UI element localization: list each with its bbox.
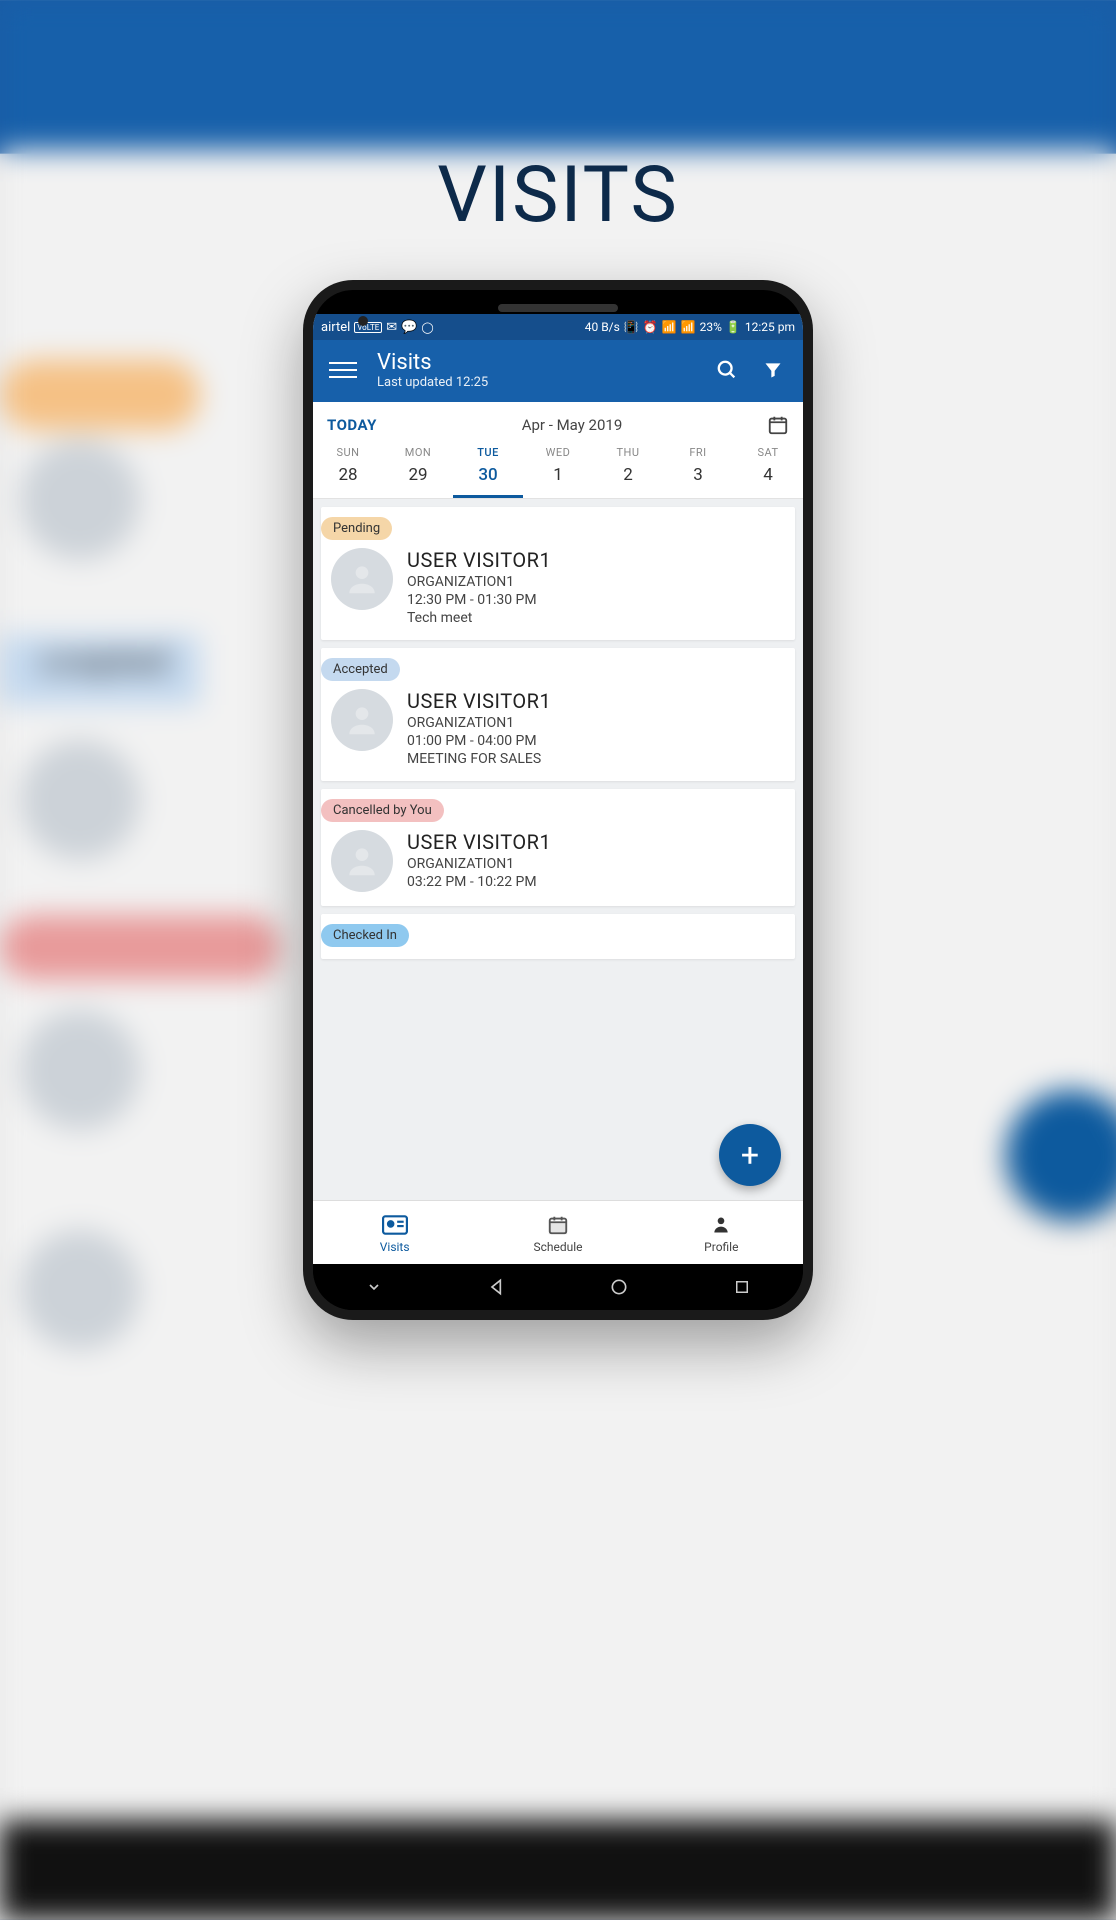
visits-list[interactable]: Pending USER VISITOR1 ORGANIZATION1 12:3… xyxy=(313,499,803,1200)
tab-schedule[interactable]: Schedule xyxy=(476,1201,639,1264)
visitor-name: USER VISITOR1 xyxy=(407,830,785,854)
chat-icon: 💬 xyxy=(401,320,417,335)
day-sun[interactable]: SUN 28 xyxy=(313,446,383,498)
day-number: 1 xyxy=(523,465,593,485)
status-badge: Pending xyxy=(321,517,392,540)
visit-purpose: Tech meet xyxy=(407,610,785,626)
vibrate-icon: 📳 xyxy=(624,320,639,334)
tab-label: Schedule xyxy=(533,1240,582,1254)
status-bar: airtel VoLTE ✉ 💬 ◯ 40 B/s 📳 ⏰ 📶 📶 23% 🔋 … xyxy=(313,314,803,340)
signal-icon: 📶 xyxy=(681,320,696,334)
header-title: Visits xyxy=(377,350,695,375)
alarm-icon: ⏰ xyxy=(643,320,658,334)
data-rate: 40 B/s xyxy=(585,320,620,334)
day-wed[interactable]: WED 1 xyxy=(523,446,593,498)
day-mon[interactable]: MON 29 xyxy=(383,446,453,498)
organization-name: ORGANIZATION1 xyxy=(407,715,785,731)
day-number: 4 xyxy=(733,465,803,485)
tab-label: Visits xyxy=(380,1240,410,1254)
day-abbr: FRI xyxy=(663,446,733,459)
calendar-header: TODAY Apr - May 2019 xyxy=(313,402,803,440)
visit-card[interactable]: Pending USER VISITOR1 ORGANIZATION1 12:3… xyxy=(321,507,795,640)
header-subtitle: Last updated 12:25 xyxy=(377,375,695,390)
today-button[interactable]: TODAY xyxy=(327,416,377,434)
hamburger-menu-icon[interactable] xyxy=(329,356,357,384)
tab-profile[interactable]: Profile xyxy=(640,1201,803,1264)
day-abbr: THU xyxy=(593,446,663,459)
status-badge: Cancelled by You xyxy=(321,799,444,822)
avatar xyxy=(331,689,393,751)
status-badge: Accepted xyxy=(321,658,400,681)
day-abbr: MON xyxy=(383,446,453,459)
visit-card[interactable]: Cancelled by You USER VISITOR1 ORGANIZAT… xyxy=(321,789,795,906)
day-sat[interactable]: SAT 4 xyxy=(733,446,803,498)
time-range: 03:22 PM - 10:22 PM xyxy=(407,874,785,890)
month-range-label[interactable]: Apr - May 2019 xyxy=(377,416,767,434)
visitor-name: USER VISITOR1 xyxy=(407,689,785,713)
person-icon xyxy=(711,1212,731,1238)
speaker-grill xyxy=(313,290,803,314)
day-abbr: SUN xyxy=(313,446,383,459)
filter-icon[interactable] xyxy=(759,356,787,384)
calendar-icon xyxy=(547,1212,569,1238)
app-header: Visits Last updated 12:25 xyxy=(313,340,803,402)
day-abbr: WED xyxy=(523,446,593,459)
day-abbr: TUE xyxy=(453,446,523,459)
tab-visits[interactable]: Visits xyxy=(313,1201,476,1264)
mail-icon: ✉ xyxy=(386,320,397,335)
avatar xyxy=(331,548,393,610)
app-screen: airtel VoLTE ✉ 💬 ◯ 40 B/s 📳 ⏰ 📶 📶 23% 🔋 … xyxy=(313,314,803,1264)
day-tue[interactable]: TUE 30 xyxy=(453,446,523,498)
search-icon[interactable] xyxy=(713,356,741,384)
nav-recent-icon[interactable] xyxy=(728,1273,756,1301)
day-number: 3 xyxy=(663,465,733,485)
week-row: SUN 28MON 29TUE 30WED 1THU 2FRI 3SAT 4 xyxy=(313,440,803,499)
day-fri[interactable]: FRI 3 xyxy=(663,446,733,498)
visit-card[interactable]: Checked In xyxy=(321,914,795,959)
status-badge: Checked In xyxy=(321,924,409,947)
day-number: 29 xyxy=(383,465,453,485)
bottom-tab-bar: Visits Schedule Profile xyxy=(313,1200,803,1264)
battery-percent: 23% xyxy=(700,320,722,334)
visit-purpose: MEETING FOR SALES xyxy=(407,751,785,767)
day-thu[interactable]: THU 2 xyxy=(593,446,663,498)
page-title: VISITS xyxy=(0,150,1116,241)
visit-card[interactable]: Accepted USER VISITOR1 ORGANIZATION1 01:… xyxy=(321,648,795,781)
organization-name: ORGANIZATION1 xyxy=(407,574,785,590)
android-nav-bar xyxy=(313,1264,803,1310)
wifi-icon: 📶 xyxy=(662,320,677,334)
day-number: 2 xyxy=(593,465,663,485)
nav-back-icon[interactable] xyxy=(483,1273,511,1301)
day-number: 28 xyxy=(313,465,383,485)
phone-frame: airtel VoLTE ✉ 💬 ◯ 40 B/s 📳 ⏰ 📶 📶 23% 🔋 … xyxy=(303,280,813,1320)
day-number: 30 xyxy=(453,465,523,485)
status-time: 12:25 pm xyxy=(745,320,795,334)
calendar-icon[interactable] xyxy=(767,414,789,436)
time-range: 12:30 PM - 01:30 PM xyxy=(407,592,785,608)
nav-home-icon[interactable] xyxy=(605,1273,633,1301)
avatar xyxy=(331,830,393,892)
add-visit-fab[interactable]: + xyxy=(719,1124,781,1186)
organization-name: ORGANIZATION1 xyxy=(407,856,785,872)
whatsapp-icon: ◯ xyxy=(421,321,433,334)
battery-icon: 🔋 xyxy=(726,320,741,334)
nav-chevron-icon[interactable] xyxy=(360,1273,388,1301)
day-abbr: SAT xyxy=(733,446,803,459)
id-card-icon xyxy=(382,1212,408,1238)
time-range: 01:00 PM - 04:00 PM xyxy=(407,733,785,749)
front-camera xyxy=(358,316,368,326)
visitor-name: USER VISITOR1 xyxy=(407,548,785,572)
tab-label: Profile xyxy=(704,1240,738,1254)
carrier-label: airtel xyxy=(321,320,350,335)
